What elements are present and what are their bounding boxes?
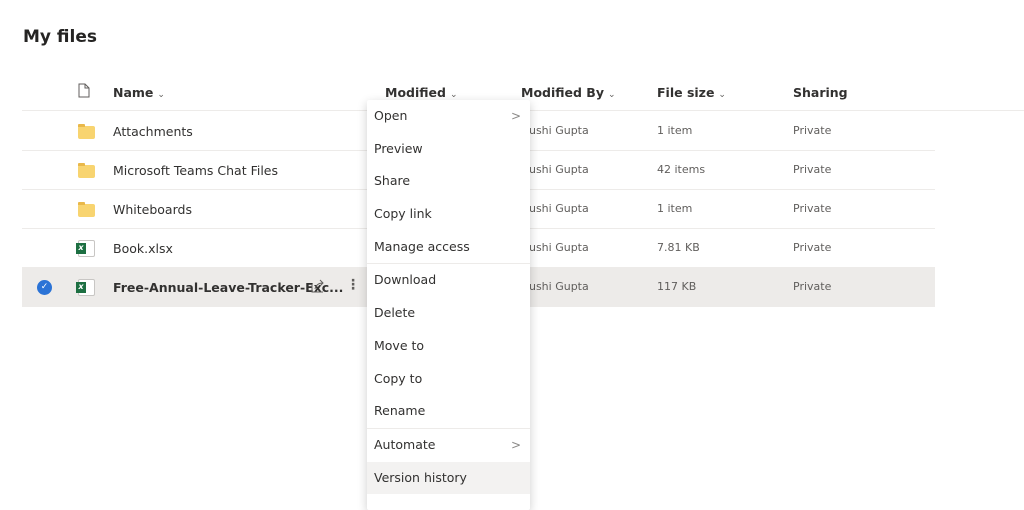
chevron-down-icon: ⌄ — [607, 90, 616, 100]
column-name[interactable]: Name ⌄ — [113, 85, 165, 100]
modified-by: nushi Gupta — [522, 202, 589, 215]
chevron-right-icon: > — [510, 437, 521, 452]
file-size: 1 item — [657, 202, 693, 215]
menu-item-download[interactable]: Download — [367, 264, 530, 297]
file-size: 7.81 KB — [657, 241, 700, 254]
modified-by: nushi Gupta — [522, 241, 589, 254]
menu-label: Open — [374, 108, 408, 123]
chevron-down-icon: ⌄ — [718, 90, 726, 100]
folder-icon — [78, 124, 95, 139]
modified-by: nushi Gupta — [522, 163, 589, 176]
file-size: 1 item — [657, 124, 693, 137]
modified-by: nushi Gupta — [522, 280, 589, 293]
modified-by: nushi Gupta — [522, 124, 589, 137]
more-options-icon[interactable]: ⋮ — [346, 277, 360, 293]
sharing-status: Private — [793, 124, 832, 137]
menu-item-copy-to[interactable]: Copy to — [367, 363, 530, 396]
folder-icon — [78, 202, 95, 217]
menu-item-rename[interactable]: Rename — [367, 395, 530, 428]
checkmark-icon[interactable]: ✓ — [37, 280, 52, 295]
share-icon[interactable] — [310, 278, 326, 297]
menu-item-copy-link[interactable]: Copy link — [367, 198, 530, 231]
excel-icon — [76, 279, 95, 296]
column-modified[interactable]: Modified ⌄ — [385, 85, 458, 100]
file-size: 42 items — [657, 163, 706, 176]
column-file-size[interactable]: File size ⌄ — [657, 85, 726, 100]
menu-item-move-to[interactable]: Move to — [367, 330, 530, 363]
file-type-icon[interactable] — [78, 83, 90, 101]
folder-icon — [78, 163, 95, 178]
file-name[interactable]: Free-Annual-Leave-Tracker-Exc... — [113, 280, 343, 295]
menu-item-manage-access[interactable]: Manage access — [367, 231, 530, 264]
context-menu: Open > Preview Share Copy link Manage acc… — [367, 100, 530, 510]
sharing-status: Private — [793, 241, 832, 254]
chevron-down-icon: ⌄ — [449, 90, 458, 100]
menu-item-open[interactable]: Open > — [367, 100, 530, 133]
menu-item-automate[interactable]: Automate > — [367, 429, 530, 462]
chevron-down-icon: ⌄ — [157, 90, 165, 100]
menu-label: Automate — [374, 436, 436, 452]
menu-item-preview[interactable]: Preview — [367, 133, 530, 166]
sharing-status: Private — [793, 163, 832, 176]
excel-icon — [76, 240, 95, 257]
file-name[interactable]: Microsoft Teams Chat Files — [113, 163, 278, 178]
file-name[interactable]: Book.xlsx — [113, 241, 173, 256]
menu-item-delete[interactable]: Delete — [367, 297, 530, 330]
chevron-right-icon: > — [510, 109, 521, 123]
file-size: 117 KB — [657, 280, 697, 293]
file-name[interactable]: Attachments — [113, 124, 193, 139]
column-modified-by[interactable]: Modified By ⌄ — [521, 85, 616, 100]
page-title: My files — [23, 27, 97, 47]
sharing-status: Private — [793, 202, 832, 215]
column-sharing[interactable]: Sharing — [793, 85, 848, 100]
menu-item-version-history[interactable]: Version history — [367, 461, 530, 495]
sharing-status: Private — [793, 280, 832, 293]
file-name[interactable]: Whiteboards — [113, 202, 192, 217]
menu-item-share[interactable]: Share — [367, 165, 530, 198]
